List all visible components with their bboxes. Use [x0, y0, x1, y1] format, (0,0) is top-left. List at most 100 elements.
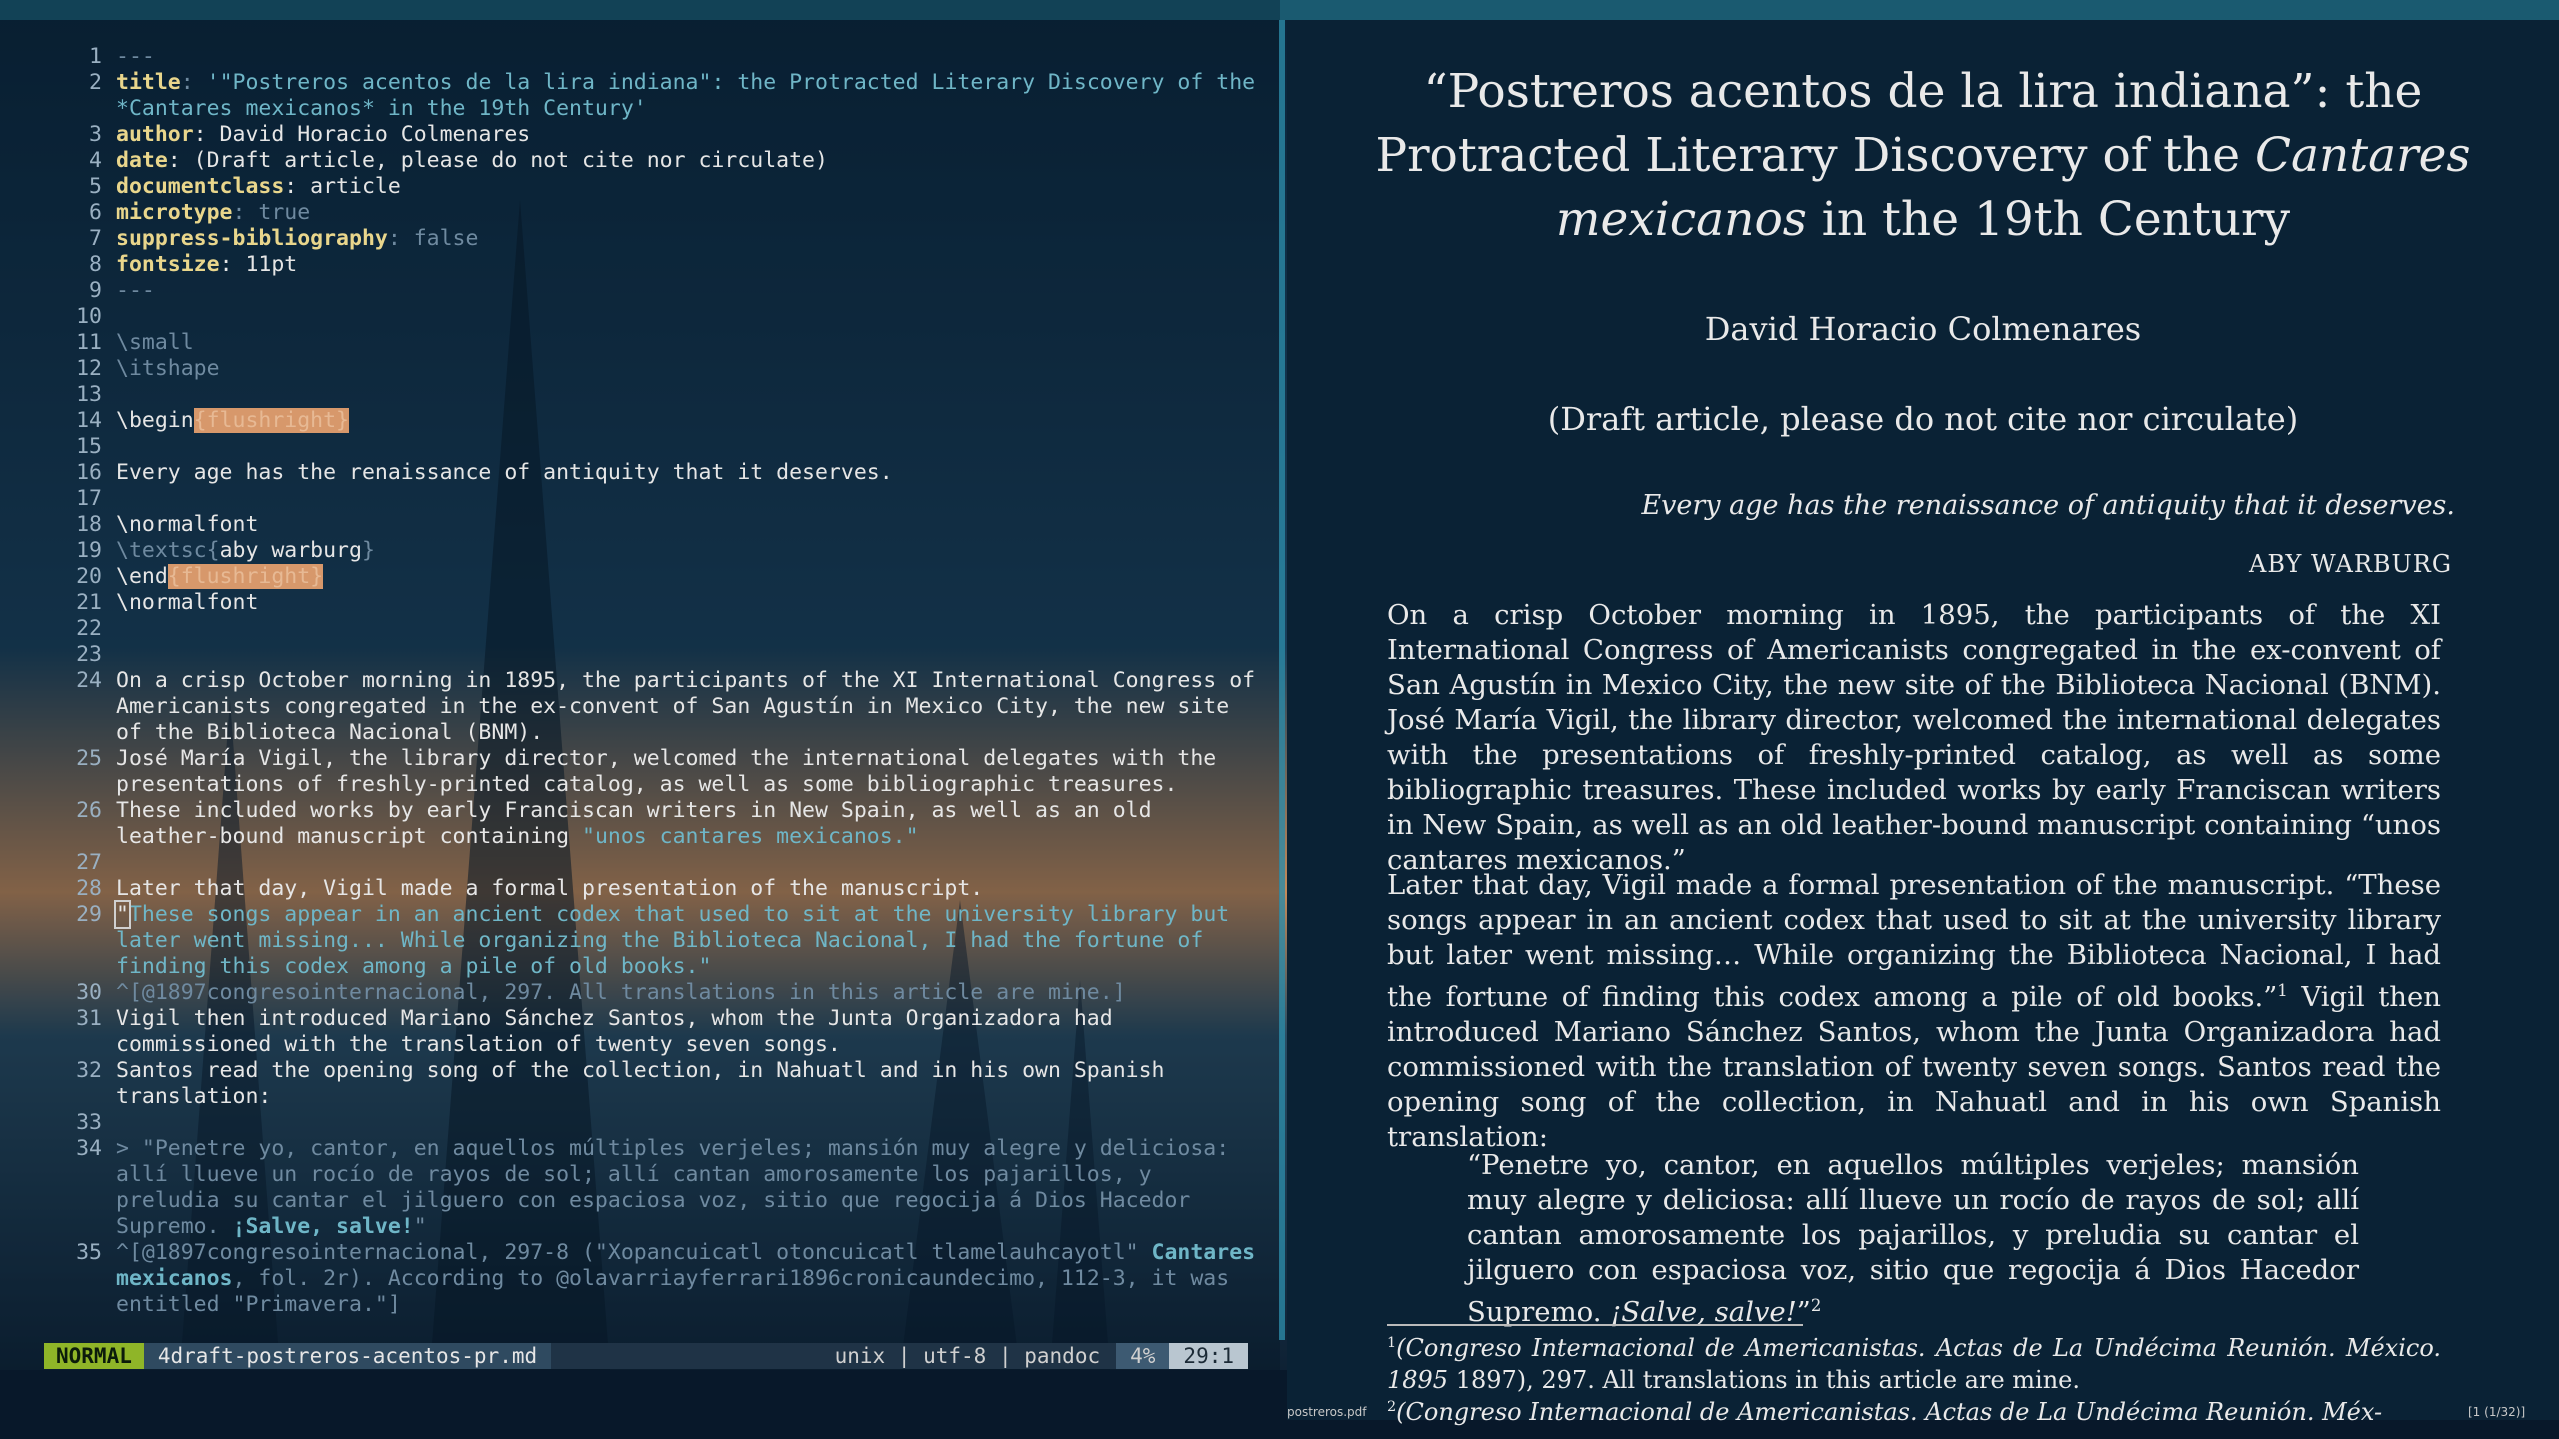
editor-line[interactable]: 3 author: David Horacio Colmenares — [40, 122, 1260, 148]
line-text[interactable]: > "Penetre yo, cantor, en aquellos múlti… — [116, 1136, 1260, 1240]
line-text[interactable]: --- — [116, 44, 1260, 70]
editor-line[interactable]: 24 On a crisp October morning in 1895, th… — [40, 668, 1260, 746]
text-token: ¡Salve, salve! — [232, 1214, 414, 1239]
text-token: aby warburg — [219, 538, 362, 563]
editor-line[interactable]: 27 — [40, 850, 1260, 876]
line-number: 23 — [76, 642, 102, 667]
line-text[interactable]: \small — [116, 330, 1260, 356]
footnote-ref-1[interactable]: 1 — [2277, 981, 2288, 1000]
line-text[interactable]: documentclass: article — [116, 174, 1260, 200]
editor-line[interactable]: 28 Later that day, Vigil made a formal pr… — [40, 876, 1260, 902]
line-text[interactable]: suppress-bibliography: false — [116, 226, 1260, 252]
editor-line[interactable]: 16 Every age has the renaissance of antiq… — [40, 460, 1260, 486]
line-text[interactable] — [116, 850, 1260, 876]
editor-line[interactable]: 22 — [40, 616, 1260, 642]
title-italic: mexicanos — [1555, 192, 1807, 247]
editor-line[interactable]: 33 — [40, 1110, 1260, 1136]
editor-line[interactable]: 29 "These songs appear in an ancient code… — [40, 900, 1260, 980]
text-token: : 11pt — [219, 252, 298, 277]
text-token: "unos cantares mexicanos." — [582, 824, 919, 849]
editor-line[interactable]: 5 documentclass: article — [40, 174, 1260, 200]
line-text[interactable]: title: '"Postreros acentos de la lira in… — [116, 70, 1260, 122]
editor-line[interactable]: 12 \itshape — [40, 356, 1260, 382]
editor-line[interactable]: 6 microtype: true — [40, 200, 1260, 226]
editor-line[interactable]: 34 > "Penetre yo, cantor, en aquellos múl… — [40, 1136, 1260, 1240]
text-token: : — [180, 70, 207, 95]
line-text[interactable]: fontsize: 11pt — [116, 252, 1260, 278]
editor-line[interactable]: 20 \end{flushright} — [40, 564, 1260, 590]
pdf-viewer-pane[interactable]: “Postreros acentos de la lira indiana”: … — [1287, 20, 2559, 1426]
file-name: 4draft-postreros-acentos-pr.md — [143, 1343, 552, 1369]
title-line-3: mexicanos in the 19th Century — [1287, 188, 2559, 252]
line-text[interactable] — [116, 434, 1260, 460]
editor-line[interactable]: 1 --- — [40, 44, 1260, 70]
line-number: 7 — [89, 226, 102, 251]
editor-line[interactable]: 19 \textsc{aby warburg} — [40, 538, 1260, 564]
pane-divider[interactable] — [1279, 20, 1285, 1340]
footnote-ref-2[interactable]: 2 — [1811, 1296, 1822, 1315]
editor-line[interactable]: 32 Santos read the opening song of the co… — [40, 1058, 1260, 1110]
editor-line[interactable]: 15 — [40, 434, 1260, 460]
line-text[interactable]: author: David Horacio Colmenares — [116, 122, 1260, 148]
editor-line[interactable]: 9 --- — [40, 278, 1260, 304]
line-text[interactable]: microtype: true — [116, 200, 1260, 226]
line-text[interactable]: \normalfont — [116, 512, 1260, 538]
editor-line[interactable]: 13 — [40, 382, 1260, 408]
editor-line[interactable]: 8 fontsize: 11pt — [40, 252, 1260, 278]
text-token: José María Vigil, the library director, … — [116, 746, 1230, 797]
pdf-page-indicator: [1 (1/32)] — [2468, 1405, 2526, 1419]
line-text[interactable]: Vigil then introduced Mariano Sánchez Sa… — [116, 1006, 1260, 1058]
line-text[interactable]: José María Vigil, the library director, … — [116, 746, 1260, 798]
line-text[interactable]: Santos read the opening song of the coll… — [116, 1058, 1260, 1110]
line-text[interactable] — [116, 642, 1260, 668]
text-token: \itshape — [116, 356, 220, 381]
editor-line[interactable]: 30 ^[@1897congresointernacional, 297. All… — [40, 980, 1260, 1006]
editor-line[interactable]: 4 date: (Draft article, please do not cit… — [40, 148, 1260, 174]
editor-line[interactable]: 31 Vigil then introduced Mariano Sánchez … — [40, 1006, 1260, 1058]
editor-line[interactable]: 14 \begin{flushright} — [40, 408, 1260, 434]
line-text[interactable]: Later that day, Vigil made a formal pres… — [116, 876, 1260, 902]
text-token: \normalfont — [116, 512, 259, 537]
line-text[interactable]: \begin{flushright} — [116, 408, 1260, 434]
text-token: On a crisp October morning in 1895, the … — [116, 668, 1269, 745]
editor-line[interactable]: 2 title: '"Postreros acentos de la lira i… — [40, 70, 1260, 122]
line-number: 14 — [76, 408, 102, 433]
line-text[interactable]: ^[@1897congresointernacional, 297. All t… — [116, 980, 1260, 1006]
line-text[interactable]: date: (Draft article, please do not cite… — [116, 148, 1260, 174]
line-text[interactable]: --- — [116, 278, 1260, 304]
editor-line[interactable]: 35 ^[@1897congresointernacional, 297-8 ("… — [40, 1240, 1260, 1318]
editor-line[interactable]: 7 suppress-bibliography: false — [40, 226, 1260, 252]
line-text[interactable]: \itshape — [116, 356, 1260, 382]
line-text[interactable]: \textsc{aby warburg} — [116, 538, 1260, 564]
editor-line[interactable]: 17 — [40, 486, 1260, 512]
line-text[interactable]: \end{flushright} — [116, 564, 1260, 590]
editor-line[interactable]: 23 — [40, 642, 1260, 668]
editor-line[interactable]: 26 These included works by early Francisc… — [40, 798, 1260, 850]
editor-line[interactable]: 11 \small — [40, 330, 1260, 356]
line-text[interactable]: On a crisp October morning in 1895, the … — [116, 668, 1260, 746]
text-token: \begin — [116, 408, 194, 433]
editor-line[interactable]: 10 — [40, 304, 1260, 330]
line-text[interactable] — [116, 486, 1260, 512]
line-text[interactable] — [116, 1110, 1260, 1136]
editor-lines[interactable]: 1 --- 2 title: '"Postreros acentos de la li… — [40, 44, 1260, 1318]
title-line-2: Protracted Literary Discovery of the Can… — [1287, 124, 2559, 188]
line-number: 9 — [89, 278, 102, 303]
text-token: \end — [116, 564, 168, 589]
editor-line[interactable]: 25 José María Vigil, the library director… — [40, 746, 1260, 798]
line-text[interactable]: ^[@1897congresointernacional, 297-8 ("Xo… — [116, 1240, 1260, 1318]
text-token: \small — [116, 330, 194, 355]
text-token: fontsize — [116, 252, 220, 277]
line-text[interactable] — [116, 304, 1260, 330]
editor-line[interactable]: 18 \normalfont — [40, 512, 1260, 538]
line-text[interactable] — [116, 616, 1260, 642]
line-text[interactable] — [116, 382, 1260, 408]
line-text[interactable]: "These songs appear in an ancient codex … — [114, 900, 1260, 980]
line-text[interactable]: \normalfont — [116, 590, 1260, 616]
line-text[interactable]: These included works by early Franciscan… — [116, 798, 1260, 850]
editor-line[interactable]: 21 \normalfont — [40, 590, 1260, 616]
vim-editor-pane[interactable]: 1 --- 2 title: '"Postreros acentos de la li… — [0, 0, 1280, 1370]
line-text[interactable]: Every age has the renaissance of antiqui… — [116, 460, 1260, 486]
title-text: in the 19th Century — [1806, 192, 2291, 247]
line-number: 32 — [76, 1058, 102, 1083]
